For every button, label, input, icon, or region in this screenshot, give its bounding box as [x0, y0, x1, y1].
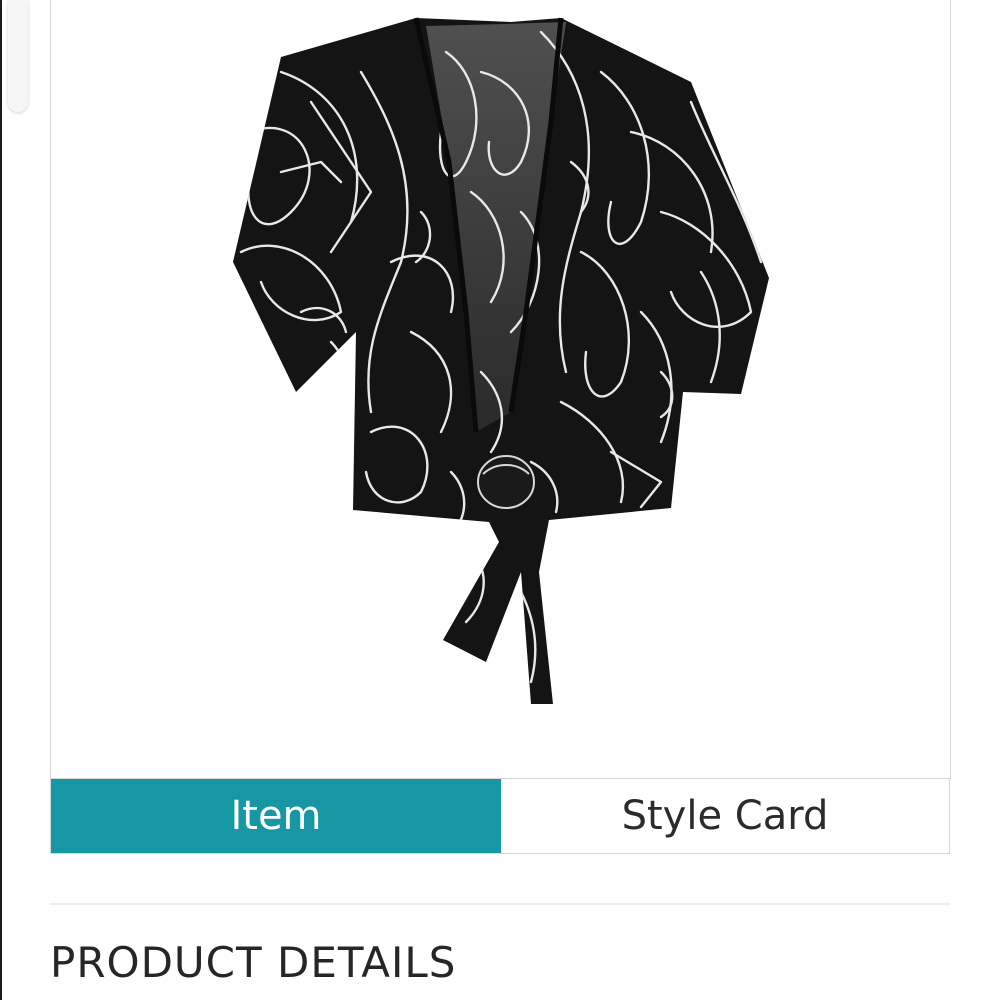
section-divider [50, 903, 950, 905]
tab-item-label: Item [230, 793, 322, 839]
view-tabs: Item Style Card [50, 778, 950, 854]
tab-item[interactable]: Item [51, 779, 501, 853]
product-image-card [50, 0, 951, 779]
product-details-heading: PRODUCT DETAILS [50, 938, 457, 987]
screen-edge [0, 0, 2, 1000]
product-page: Item Style Card PRODUCT DETAILS [0, 0, 1000, 1000]
tab-style-card[interactable]: Style Card [501, 779, 949, 853]
scrollbar-thumb[interactable] [8, 0, 28, 112]
tab-style-card-label: Style Card [621, 793, 829, 839]
product-image[interactable] [221, 12, 781, 712]
